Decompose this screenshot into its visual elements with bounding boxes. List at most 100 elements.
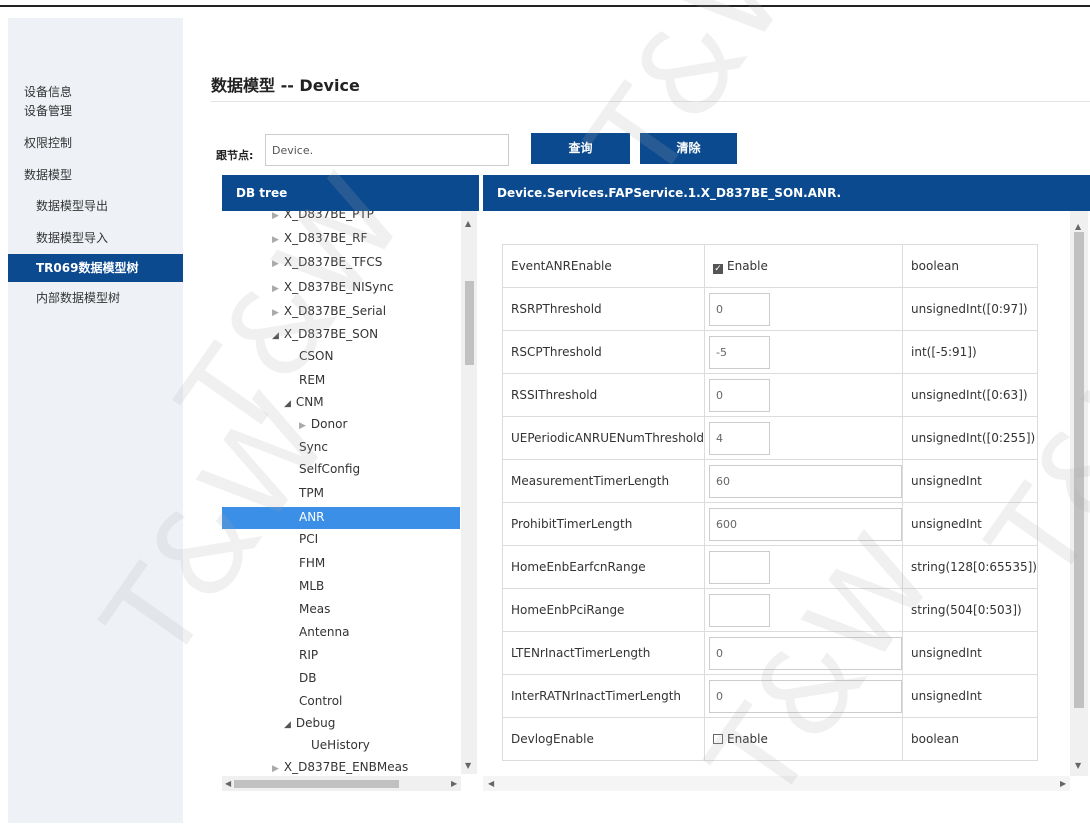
clear-button[interactable]: 清除 [640, 133, 737, 164]
caret-down-icon: ◢ [272, 331, 279, 341]
tree-node[interactable]: ▶ X_D837BE_Serial [272, 304, 386, 318]
scroll-right-arrow-icon[interactable]: ▶ [451, 779, 457, 788]
param-type: unsignedInt [902, 459, 1038, 503]
param-name: MeasurementTimerLength [501, 459, 706, 503]
sidebar-item-model-export[interactable]: 数据模型导出 [8, 192, 183, 220]
tree-node[interactable]: FHM [299, 556, 325, 570]
value-input[interactable]: 0 [709, 636, 903, 670]
param-value: 0 [704, 631, 904, 675]
caret-right-icon: ▶ [272, 764, 279, 774]
param-name: HomeEnbPciRange [501, 588, 706, 632]
sidebar-item-tr069-tree[interactable]: TR069数据模型树 [8, 254, 183, 282]
param-type: string(504[0:503]) [902, 588, 1038, 632]
sidebar-item-data-model[interactable]: 数据模型 [8, 161, 183, 189]
param-vertical-scroll-thumb[interactable] [1074, 232, 1084, 708]
tree-node[interactable]: DB [299, 671, 316, 685]
tree-node[interactable]: UeHistory [311, 738, 370, 752]
scroll-up-arrow-icon[interactable]: ▲ [465, 219, 471, 228]
param-type: unsignedInt([0:255]) [902, 416, 1038, 460]
db-tree-header: DB tree [222, 175, 479, 211]
tree-node[interactable]: TPM [299, 486, 324, 500]
tree-node[interactable]: Sync [299, 440, 328, 454]
param-name: RSRPThreshold [501, 287, 706, 331]
value-input[interactable]: -5 [709, 335, 771, 369]
sidebar-item-device-management[interactable]: 设备管理 [8, 97, 183, 125]
param-name: RSCPThreshold [501, 330, 706, 374]
tree-node[interactable]: CSON [299, 349, 333, 363]
tree-node[interactable]: ◢ CNM [284, 395, 324, 409]
tree-selection-highlight [222, 507, 460, 529]
tree-node[interactable]: ▶ Donor [299, 417, 347, 431]
tree-node[interactable]: REM [299, 373, 325, 387]
tree-node[interactable]: RIP [299, 648, 318, 662]
value-input[interactable]: 60 [709, 464, 903, 498]
value-input[interactable]: 0 [709, 292, 771, 326]
tree-node[interactable]: ▶ X_D837BE_TFCS [272, 255, 382, 269]
caret-down-icon: ◢ [284, 720, 291, 730]
caret-right-icon: ▶ [272, 211, 279, 221]
checkbox-checked-icon[interactable]: ✓ [713, 263, 724, 274]
tree-node[interactable]: ◢ X_D837BE_SON [272, 327, 378, 341]
tree-node[interactable]: ▶ X_D837BE_PTP [272, 211, 374, 221]
param-value [704, 545, 904, 589]
root-node-label: 跟节点: [216, 149, 254, 162]
value-input[interactable]: 0 [709, 679, 903, 713]
value-input[interactable]: 4 [709, 421, 771, 455]
param-value: 60 [704, 459, 904, 503]
value-input[interactable] [709, 593, 771, 627]
tree-node[interactable]: Antenna [299, 625, 349, 639]
tree-node[interactable]: Control [299, 694, 342, 708]
scroll-left-arrow-icon[interactable]: ◀ [488, 779, 494, 788]
sidebar-item-access-control[interactable]: 权限控制 [8, 129, 183, 157]
tree-node[interactable]: ▶ X_D837BE_RF [272, 231, 367, 245]
sidebar-item-model-import[interactable]: 数据模型导入 [8, 224, 183, 252]
caret-right-icon: ▶ [272, 235, 279, 245]
param-value: 0 [704, 287, 904, 331]
value-input[interactable]: 0 [709, 378, 771, 412]
checkbox-unchecked-icon[interactable] [713, 734, 724, 744]
scroll-right-arrow-icon[interactable]: ▶ [1060, 779, 1066, 788]
root-node-input[interactable] [265, 134, 509, 166]
param-name: EventANREnable [501, 244, 706, 288]
tree-node[interactable]: ◢ Debug [284, 716, 335, 730]
param-name: InterRATNrInactTimerLength [501, 674, 706, 718]
param-name: LTENrInactTimerLength [501, 631, 706, 675]
caret-right-icon: ▶ [299, 421, 306, 431]
param-name: DevlogEnable [501, 717, 706, 761]
scroll-down-arrow-icon[interactable]: ▼ [465, 761, 471, 770]
table-row: UEPeriodicANRUENumThreshold 4 unsignedIn… [501, 416, 1038, 460]
caret-right-icon: ▶ [272, 259, 279, 269]
table-row: HomeEnbEarfcnRange string(128[0:65535]) [501, 545, 1038, 589]
param-name: ProhibitTimerLength [501, 502, 706, 546]
param-type: unsignedInt [902, 502, 1038, 546]
scroll-up-arrow-icon[interactable]: ▲ [1075, 222, 1081, 231]
tree-vertical-scroll-thumb[interactable] [465, 281, 474, 365]
param-value [704, 588, 904, 632]
tree-node-selected[interactable]: ANR [299, 510, 325, 524]
param-value: -5 [704, 330, 904, 374]
param-horizontal-scrollbar[interactable] [483, 776, 1070, 791]
tree-node[interactable]: ▶ X_D837BE_ENBMeas [272, 760, 408, 774]
tree-node[interactable]: PCI [299, 532, 318, 546]
tree-horizontal-scroll-thumb[interactable] [234, 780, 399, 788]
value-input[interactable] [709, 550, 771, 584]
param-value: 0 [704, 373, 904, 417]
value-input[interactable]: 600 [709, 507, 903, 541]
tree-node[interactable]: Meas [299, 602, 330, 616]
tree-node[interactable]: SelfConfig [299, 462, 360, 476]
param-type: unsignedInt([0:97]) [902, 287, 1038, 331]
top-border [0, 5, 1090, 7]
param-path-header: Device.Services.FAPService.1.X_D837BE_SO… [483, 175, 1090, 211]
scroll-down-arrow-icon[interactable]: ▼ [1075, 761, 1081, 770]
sidebar-item-internal-tree[interactable]: 内部数据模型树 [8, 284, 183, 312]
param-value: 0 [704, 674, 904, 718]
scroll-left-arrow-icon[interactable]: ◀ [225, 779, 231, 788]
param-value: Enable [704, 717, 904, 761]
enable-label: Enable [727, 732, 768, 746]
tree-node[interactable]: ▶ X_D837BE_NISync [272, 280, 394, 294]
caret-right-icon: ▶ [272, 308, 279, 318]
query-button[interactable]: 查询 [531, 133, 630, 164]
tree-node[interactable]: MLB [299, 579, 324, 593]
sidebar: 设备信息 设备管理 权限控制 数据模型 数据模型导出 数据模型导入 TR069数… [8, 18, 183, 823]
param-name: HomeEnbEarfcnRange [501, 545, 706, 589]
